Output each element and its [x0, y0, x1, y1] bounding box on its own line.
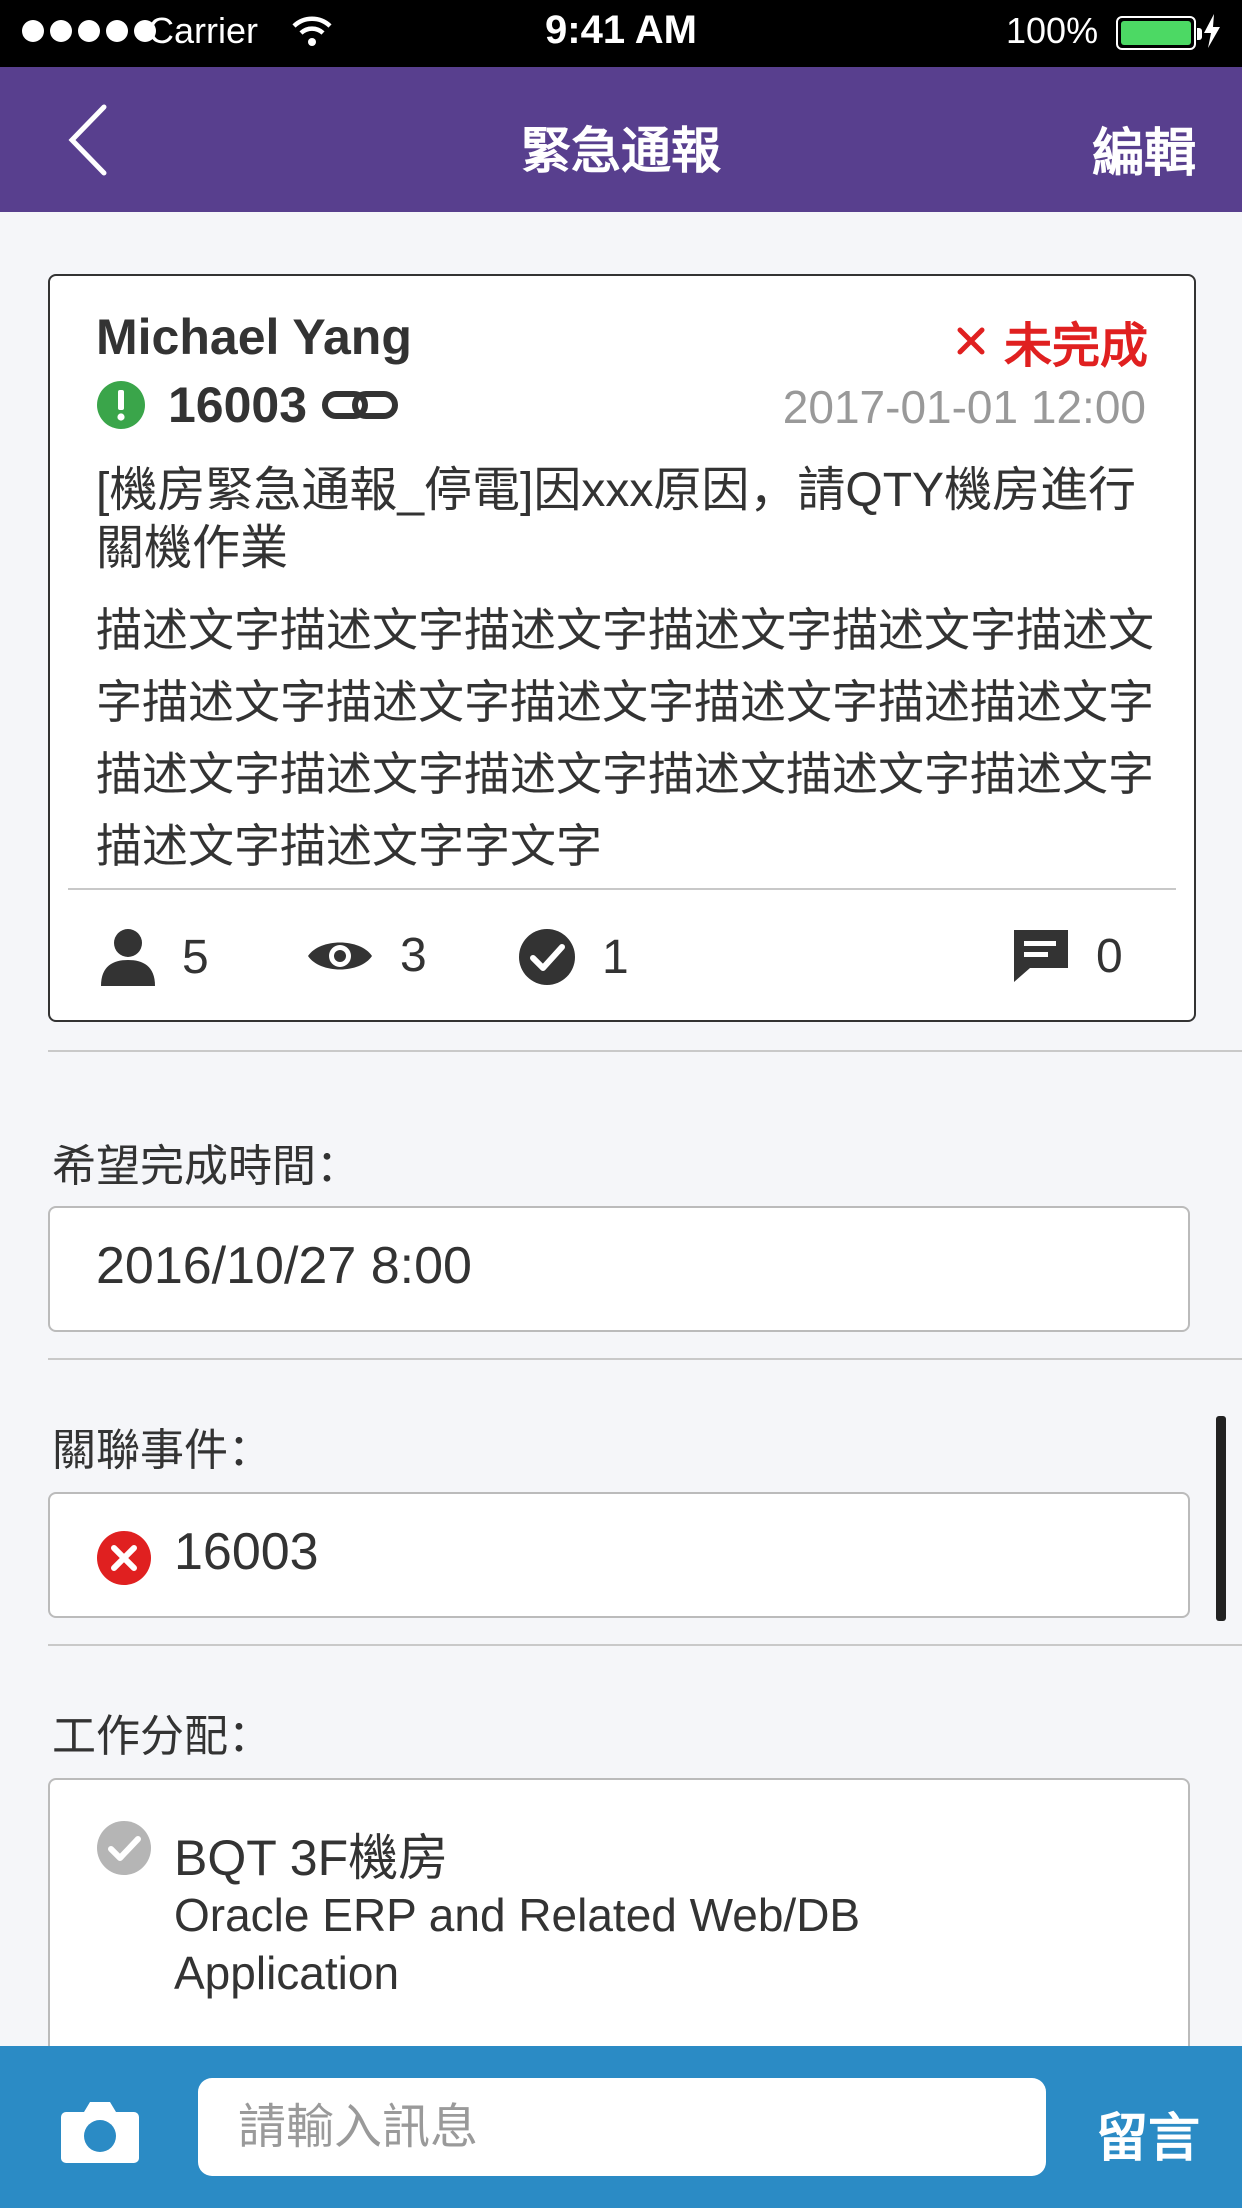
assignment-title: BQT 3F機房	[174, 1830, 449, 1886]
send-button[interactable]: 留言	[1096, 2096, 1200, 2171]
charging-icon	[1204, 14, 1220, 48]
due-time-field[interactable]: 2016/10/27 8:00	[48, 1206, 1190, 1332]
link-icon[interactable]	[321, 385, 399, 425]
section-divider	[48, 1358, 1242, 1360]
comments-stat[interactable]: 0	[1012, 928, 1123, 984]
related-event-field[interactable]: 16003	[48, 1492, 1190, 1618]
done-count: 1	[602, 930, 629, 984]
people-count: 5	[182, 930, 209, 984]
person-icon	[101, 929, 155, 986]
case-id: 16003	[168, 377, 308, 433]
comments-count: 0	[1096, 929, 1123, 983]
edit-button[interactable]: 編輯	[1092, 111, 1196, 186]
report-datetime: 2017-01-01 12:00	[782, 381, 1146, 433]
battery-percent: 100%	[1006, 10, 1099, 51]
comment-icon	[1014, 930, 1068, 982]
message-input[interactable]	[198, 2078, 1046, 2176]
people-stat[interactable]: 5	[100, 928, 209, 986]
status-badge: 未完成	[956, 306, 1148, 376]
remove-icon[interactable]	[96, 1530, 152, 1586]
nav-bar: 緊急通報 編輯	[0, 67, 1242, 212]
section-divider	[48, 1050, 1242, 1052]
reporter-name: Michael Yang	[96, 309, 412, 365]
close-icon	[957, 327, 985, 355]
alert-description: 描述文字描述文字描述文字描述文字描述文字描述文字描述文字描述文字描述文字描述文字…	[96, 604, 1154, 872]
alert-subject: [機房緊急通報_停電]因xxx原因，請QTY機房進行關機作業	[96, 464, 1137, 575]
page-title: 緊急通報	[521, 123, 721, 179]
check-circle-icon[interactable]	[96, 1820, 152, 1876]
related-event-value: 16003	[174, 1523, 319, 1581]
check-circle-icon	[519, 929, 575, 985]
scrollbar[interactable]	[1216, 1416, 1226, 1621]
due-time-label: 希望完成時間：	[52, 1142, 360, 1191]
case-id-row: 16003	[96, 376, 399, 434]
battery-icon	[1116, 16, 1202, 50]
section-divider	[48, 1644, 1242, 1646]
divider	[68, 888, 1176, 890]
status-text: 未完成	[1003, 320, 1148, 373]
related-event-label: 關聯事件：	[52, 1426, 272, 1475]
views-count: 3	[400, 929, 427, 982]
camera-icon[interactable]	[60, 2098, 140, 2164]
exclamation-icon	[97, 381, 145, 429]
eye-icon	[308, 942, 372, 969]
status-bar: Carrier 9:41 AM 100%	[0, 0, 1242, 67]
due-time-value: 2016/10/27 8:00	[96, 1237, 472, 1295]
views-stat[interactable]: 3	[306, 928, 427, 983]
assignment-subtitle: Oracle ERP and Related Web/DB Applicatio…	[174, 1889, 861, 1999]
done-stat[interactable]: 1	[518, 928, 629, 986]
message-composer: 留言	[0, 2046, 1242, 2208]
assignment-label: 工作分配：	[52, 1712, 272, 1761]
assignment-item[interactable]: BQT 3F機房 Oracle ERP and Related Web/DB A…	[48, 1778, 1190, 2078]
alert-card[interactable]: Michael Yang 未完成 16003 2017-01-01 12:00 …	[48, 274, 1196, 1022]
